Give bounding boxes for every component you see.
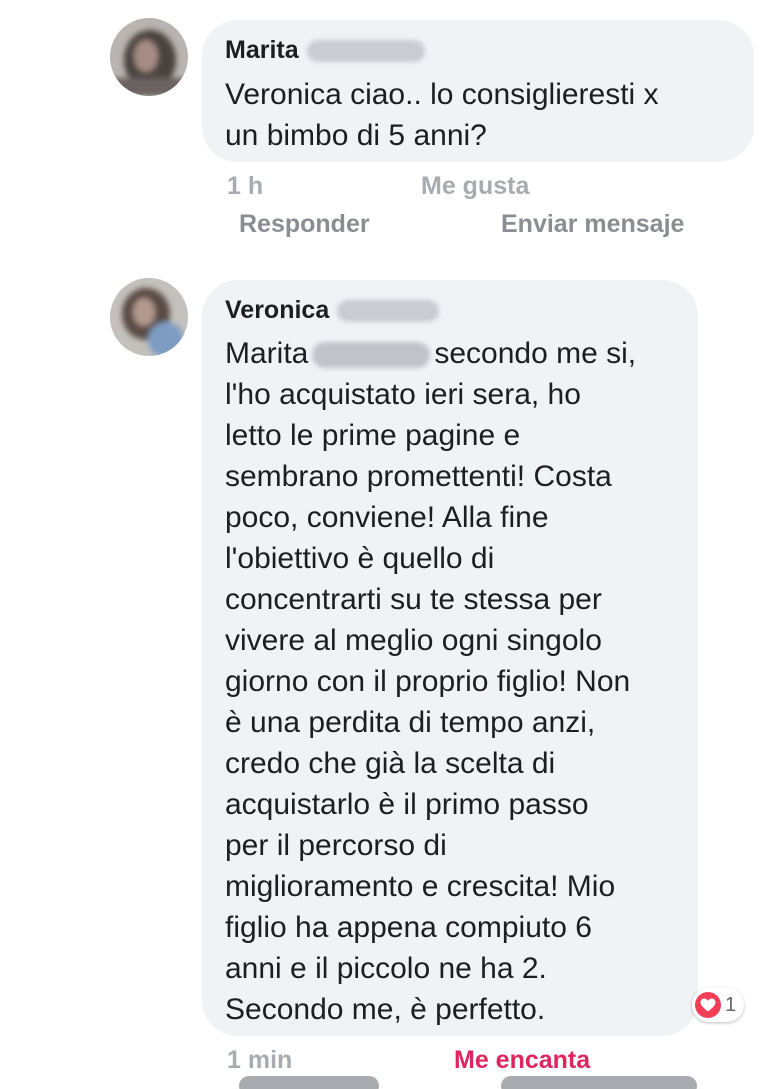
reaction-count: 1 bbox=[725, 993, 737, 1016]
avatar[interactable] bbox=[110, 278, 188, 356]
send-message-button[interactable]: Enviar mensaje bbox=[501, 210, 684, 239]
reply-button[interactable]: Responder bbox=[239, 210, 370, 239]
comment-line: acquistarlo è il primo passo bbox=[225, 788, 589, 821]
redacted-surname bbox=[306, 40, 425, 63]
comment-line: vivere al meglio ogni singolo bbox=[225, 624, 602, 657]
comment-line: figlio ha appena compiuto 6 bbox=[225, 911, 592, 944]
comment-timestamp[interactable]: 1 min bbox=[227, 1046, 292, 1075]
like-button[interactable]: Me gusta bbox=[421, 172, 529, 201]
comment-line: credo che già la scelta di bbox=[225, 747, 556, 780]
comment-line: miglioramento e crescita! Mio bbox=[225, 870, 616, 903]
reply-button-cutoff bbox=[239, 1076, 379, 1089]
send-message-button-cutoff bbox=[501, 1076, 697, 1089]
comment-line: l'obiettivo è quello di bbox=[225, 542, 495, 575]
comment-line-rest: secondo me si, bbox=[434, 337, 637, 370]
heart-icon bbox=[695, 992, 721, 1018]
avatar[interactable] bbox=[110, 18, 188, 96]
comment-line: letto le prime pagine e bbox=[225, 419, 521, 452]
comment-author[interactable]: Marita bbox=[225, 36, 425, 65]
comment-line: concentrarti su te stessa per bbox=[225, 583, 602, 616]
comment-line: l'ho acquistato ieri sera, ho bbox=[225, 378, 581, 411]
redacted-mention bbox=[312, 342, 431, 369]
comment-line: Veronica ciao.. lo consiglieresti x bbox=[225, 78, 659, 111]
comment-line: Marita secondo me si, bbox=[225, 333, 636, 374]
comment-author[interactable]: Veronica bbox=[225, 296, 440, 325]
comment-text: Veronica ciao.. lo consiglieresti x un b… bbox=[225, 74, 659, 156]
comment-line: poco, conviene! Alla fine bbox=[225, 501, 549, 534]
comment-line: per il percorso di bbox=[225, 829, 447, 862]
redacted-surname bbox=[337, 300, 440, 323]
comment-line: è una perdita di tempo anzi, bbox=[225, 706, 596, 739]
comment-line: anni e il piccolo ne ha 2. bbox=[225, 952, 547, 985]
comment-timestamp[interactable]: 1 h bbox=[227, 172, 263, 201]
comment-text: Marita secondo me si, l'ho acquistato ier… bbox=[225, 333, 636, 1030]
author-name[interactable]: Veronica bbox=[225, 296, 329, 324]
love-reaction-button[interactable]: Me encanta bbox=[454, 1046, 590, 1075]
comment-line: sembrano promettenti! Costa bbox=[225, 460, 612, 493]
comment-line: un bimbo di 5 anni? bbox=[225, 119, 487, 152]
comment-line: Secondo me, è perfetto. bbox=[225, 993, 546, 1026]
comment-line: giorno con il proprio figlio! Non bbox=[225, 665, 631, 698]
reaction-summary[interactable]: 1 bbox=[692, 988, 745, 1022]
mention-tag[interactable]: Marita bbox=[225, 337, 308, 370]
author-name[interactable]: Marita bbox=[225, 36, 299, 64]
